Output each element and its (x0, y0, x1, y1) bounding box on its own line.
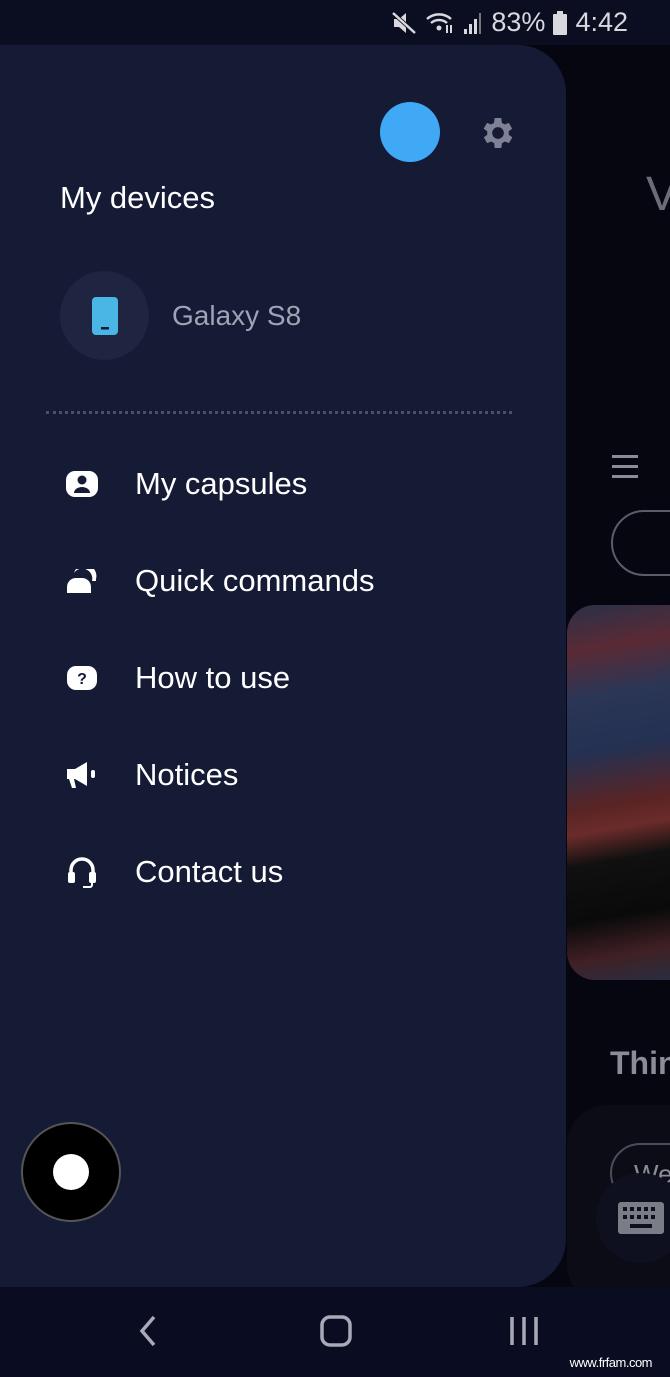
battery-icon (553, 10, 568, 35)
battery-percent: 83% (491, 7, 546, 37)
recents-icon (510, 1317, 538, 1345)
divider (46, 411, 512, 414)
headset-icon (66, 856, 98, 888)
mute-icon (392, 11, 417, 34)
background-section-title: Thin (610, 1045, 670, 1081)
megaphone-icon (66, 759, 98, 791)
menu-item-contact-us[interactable]: Contact us (0, 823, 566, 920)
menu-icon (612, 455, 638, 485)
device-item[interactable]: Galaxy S8 (60, 271, 301, 360)
status-bar: 83% 4:42 (0, 0, 670, 45)
recents-button[interactable] (508, 1313, 540, 1354)
avatar[interactable] (380, 102, 440, 162)
drawer-title: My devices (60, 180, 216, 215)
menu-item-label: Notices (135, 756, 239, 792)
device-name: Galaxy S8 (172, 299, 302, 331)
gear-icon (483, 118, 513, 148)
menu-item-label: Quick commands (135, 562, 375, 598)
phone-icon (91, 296, 118, 335)
clock: 4:42 (575, 7, 628, 37)
back-button[interactable] (136, 1313, 160, 1354)
keyboard-icon (618, 1202, 664, 1234)
menu-item-quick-commands[interactable]: Quick commands (0, 532, 566, 629)
menu-item-how-to-use[interactable]: ? How to use (0, 629, 566, 726)
device-icon-badge (60, 271, 149, 360)
signal-icon (464, 12, 482, 34)
record-dot-icon (53, 1154, 89, 1190)
menu-item-my-capsules[interactable]: My capsules (0, 435, 566, 532)
menu-item-notices[interactable]: Notices (0, 726, 566, 823)
back-icon (139, 1315, 156, 1347)
background-title: V (646, 168, 670, 221)
home-button[interactable] (320, 1313, 352, 1354)
svg-text:?: ? (77, 671, 87, 688)
settings-button[interactable] (478, 113, 518, 158)
background-image-card (567, 605, 670, 980)
drawer-menu: My capsules Quick commands ? How to use … (0, 435, 566, 920)
menu-item-label: How to use (135, 659, 291, 695)
capsule-icon (66, 468, 98, 500)
quick-commands-icon (66, 565, 98, 597)
watermark: www.frfam.com (569, 1355, 653, 1370)
menu-item-label: Contact us (135, 853, 284, 889)
menu-item-label: My capsules (135, 465, 308, 501)
background-page: V Thin We (560, 45, 670, 1287)
bixby-voice-button[interactable] (21, 1122, 121, 1222)
home-icon (320, 1315, 352, 1347)
help-icon: ? (66, 662, 98, 694)
background-search-pill (611, 510, 670, 576)
wifi-icon (426, 12, 453, 33)
navigation-drawer: My devices Galaxy S8 My capsules Quick c… (0, 45, 566, 1287)
